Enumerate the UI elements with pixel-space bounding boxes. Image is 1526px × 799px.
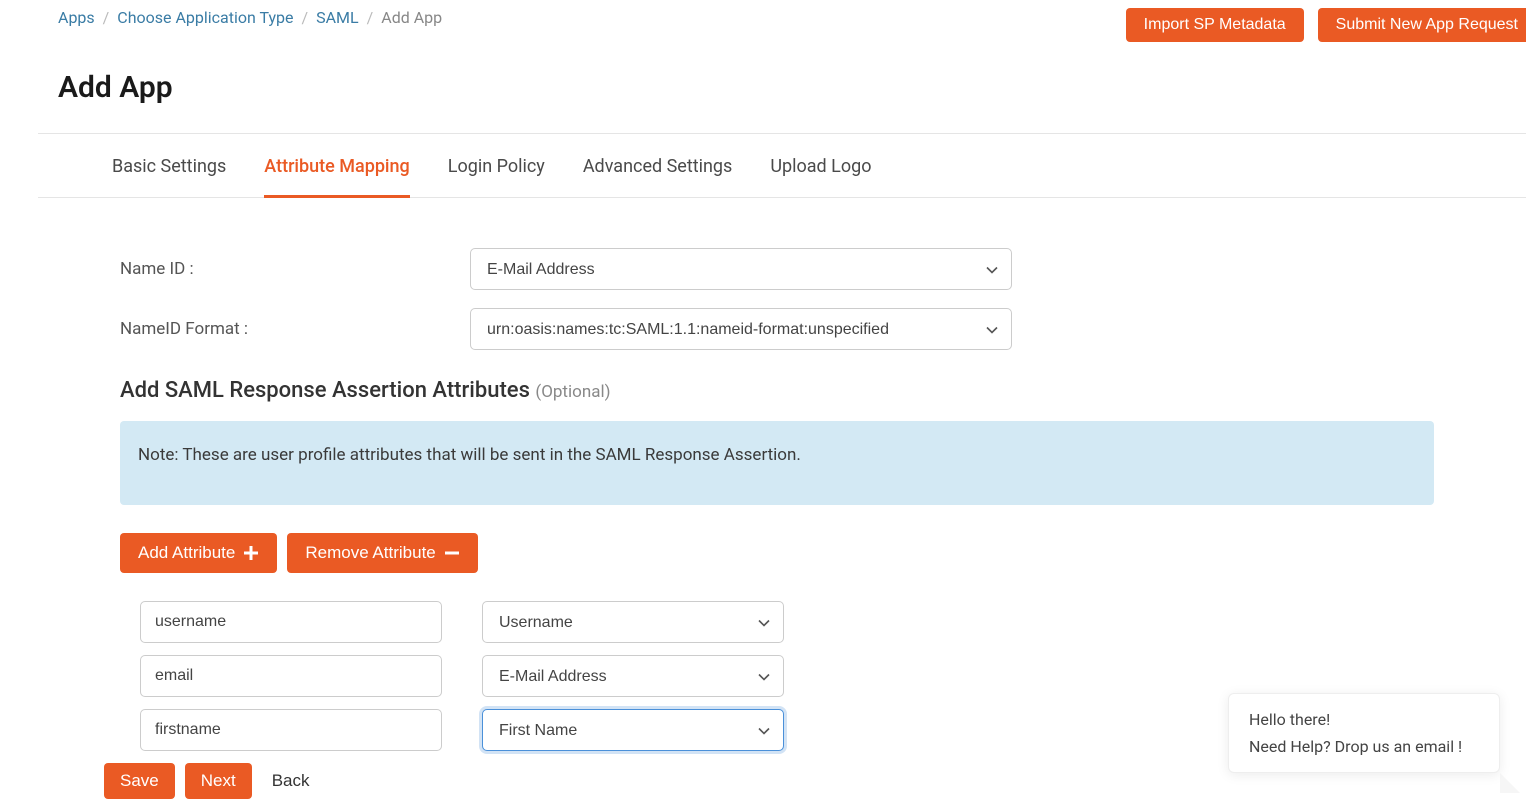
- name-id-label: Name ID :: [120, 259, 470, 279]
- help-message: Need Help? Drop us an email !: [1249, 737, 1479, 756]
- section-heading: Add SAML Response Assertion Attributes (…: [120, 378, 1480, 403]
- attribute-row: Username: [140, 601, 1480, 643]
- save-button[interactable]: Save: [104, 763, 175, 799]
- help-widget[interactable]: Hello there! Need Help? Drop us an email…: [1228, 693, 1500, 773]
- breadcrumb-separator: /: [103, 8, 110, 27]
- back-button[interactable]: Back: [272, 771, 310, 791]
- submit-new-app-request-button[interactable]: Submit New App Request: [1318, 8, 1526, 42]
- help-greeting: Hello there!: [1249, 710, 1479, 729]
- attribute-key-input[interactable]: [140, 601, 442, 643]
- breadcrumb-separator: /: [302, 8, 309, 27]
- tab-attribute-mapping[interactable]: Attribute Mapping: [264, 136, 409, 198]
- breadcrumb-separator: /: [367, 8, 374, 27]
- next-button[interactable]: Next: [185, 763, 252, 799]
- tabs: Basic Settings Attribute Mapping Login P…: [38, 136, 1526, 198]
- add-attribute-button[interactable]: Add Attribute: [120, 533, 277, 573]
- attribute-value-select[interactable]: E-Mail Address: [482, 655, 784, 697]
- tab-upload-logo[interactable]: Upload Logo: [770, 136, 871, 198]
- remove-attribute-button[interactable]: Remove Attribute: [287, 533, 477, 573]
- divider: [38, 133, 1526, 134]
- nameid-format-label: NameID Format :: [120, 319, 470, 339]
- import-sp-metadata-button[interactable]: Import SP Metadata: [1126, 8, 1304, 42]
- name-id-select[interactable]: E-Mail Address: [470, 248, 1012, 290]
- attribute-row: E-Mail Address: [140, 655, 1480, 697]
- breadcrumb-link-choose-type[interactable]: Choose Application Type: [117, 8, 293, 27]
- attribute-key-input[interactable]: [140, 709, 442, 751]
- tab-advanced-settings[interactable]: Advanced Settings: [583, 136, 733, 198]
- attribute-value-select[interactable]: Username: [482, 601, 784, 643]
- tab-login-policy[interactable]: Login Policy: [448, 136, 545, 198]
- tab-basic-settings[interactable]: Basic Settings: [112, 136, 226, 198]
- plus-icon: [243, 545, 259, 561]
- help-widget-arrow-icon: [1500, 773, 1520, 793]
- attribute-key-input[interactable]: [140, 655, 442, 697]
- attribute-value-select[interactable]: First Name: [482, 709, 784, 751]
- minus-icon: [444, 545, 460, 561]
- breadcrumb: Apps / Choose Application Type / SAML / …: [58, 8, 442, 27]
- note-box: Note: These are user profile attributes …: [120, 421, 1434, 505]
- page-title: Add App: [0, 42, 1526, 133]
- breadcrumb-link-apps[interactable]: Apps: [58, 8, 95, 27]
- breadcrumb-current: Add App: [381, 8, 442, 27]
- optional-label: (Optional): [535, 382, 610, 402]
- breadcrumb-link-saml[interactable]: SAML: [316, 8, 359, 27]
- nameid-format-select[interactable]: urn:oasis:names:tc:SAML:1.1:nameid-forma…: [470, 308, 1012, 350]
